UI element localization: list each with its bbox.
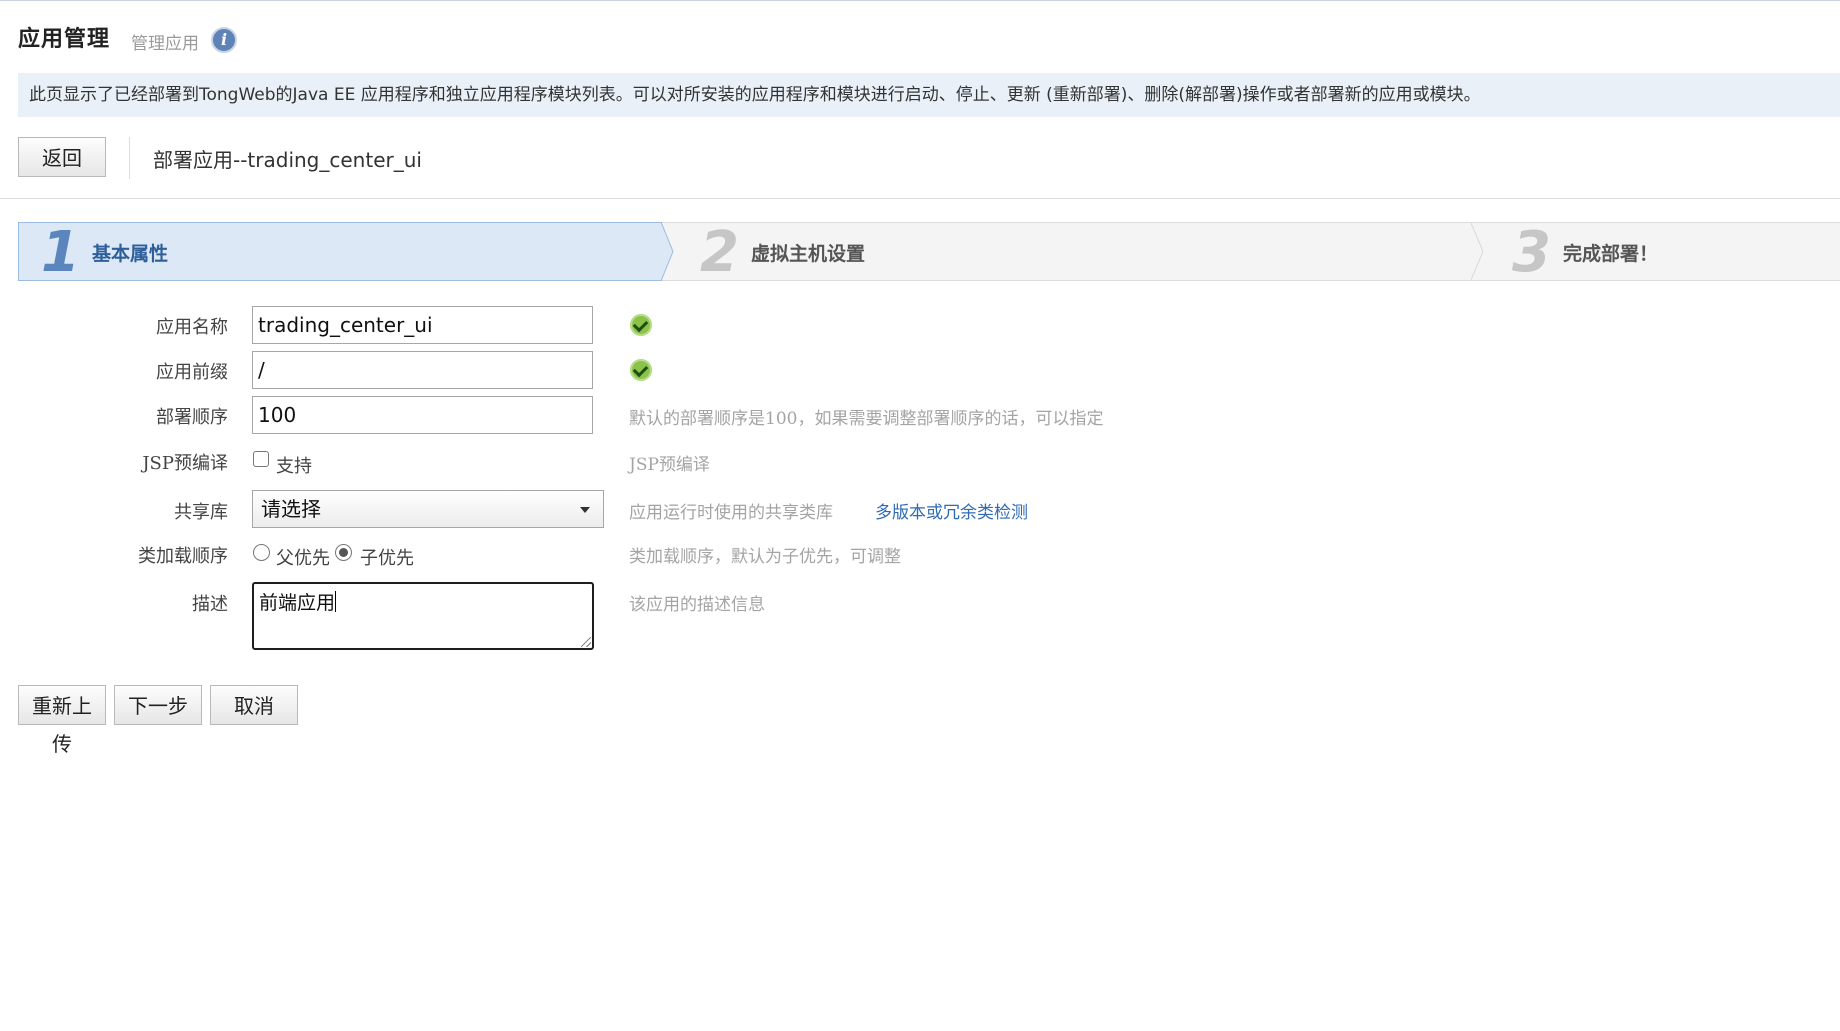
reupload-button[interactable]: 重新上传 bbox=[18, 685, 106, 756]
deploy-order-label: 部署顺序 bbox=[156, 407, 228, 428]
step-virtual-host: 2 虚拟主机设置 bbox=[678, 220, 1488, 285]
class-load-order-label: 类加载顺序 bbox=[138, 546, 228, 567]
step-label: 基本属性 bbox=[92, 243, 169, 265]
step-number: 3 bbox=[1512, 220, 1551, 285]
check-icon bbox=[630, 314, 652, 336]
description-textarea[interactable]: 前端应用 bbox=[252, 582, 594, 650]
deploy-order-input[interactable]: 100 bbox=[252, 396, 593, 434]
radio-parent-first-label[interactable]: 父优先 bbox=[276, 544, 330, 570]
section-divider bbox=[0, 198, 1840, 199]
step-label: 虚拟主机设置 bbox=[751, 243, 866, 265]
breadcrumb: 部署应用--trading_center_ui bbox=[153, 148, 422, 172]
info-icon[interactable]: i bbox=[211, 27, 237, 53]
resize-grip-icon[interactable] bbox=[581, 637, 591, 647]
jsp-precompile-checkbox[interactable] bbox=[253, 451, 269, 467]
app-name-input[interactable]: trading_center_ui bbox=[252, 306, 593, 344]
radio-child-first-label[interactable]: 子优先 bbox=[360, 544, 414, 570]
jsp-precompile-checkbox-label[interactable]: 支持 bbox=[276, 452, 312, 478]
chevron-down-icon bbox=[580, 507, 590, 513]
shared-lib-select[interactable]: 请选择 bbox=[252, 490, 604, 528]
next-step-button[interactable]: 下一步 bbox=[114, 685, 202, 725]
class-load-order-hint: 类加载顺序，默认为子优先，可调整 bbox=[629, 547, 901, 567]
deploy-order-hint: 默认的部署顺序是100，如果需要调整部署顺序的话，可以指定 bbox=[629, 409, 1104, 429]
text-cursor bbox=[335, 591, 337, 612]
shared-lib-selected-value: 请选择 bbox=[261, 497, 321, 521]
wizard-steps: 1 基本属性 2 虚拟主机设置 3 完成部署！ bbox=[18, 222, 1840, 281]
page-subtitle: 管理应用 bbox=[131, 34, 199, 54]
step-basic-properties: 1 基本属性 bbox=[18, 222, 662, 281]
step-arrow-icon bbox=[661, 222, 674, 281]
app-name-label: 应用名称 bbox=[156, 317, 228, 338]
cancel-button[interactable]: 取消 bbox=[210, 685, 298, 725]
step-label: 完成部署！ bbox=[1563, 243, 1659, 265]
description-banner: 此页显示了已经部署到TongWeb的Java EE 应用程序和独立应用程序模块列… bbox=[18, 73, 1840, 117]
step-complete: 3 完成部署！ bbox=[1490, 220, 1840, 285]
shared-lib-hint: 应用运行时使用的共享类库 bbox=[629, 503, 833, 523]
description-value: 前端应用 bbox=[259, 592, 336, 614]
step-arrow-icon bbox=[1471, 223, 1484, 280]
shared-lib-label: 共享库 bbox=[174, 502, 228, 523]
jsp-precompile-label: JSP预编译 bbox=[142, 453, 228, 474]
radio-parent-first[interactable] bbox=[253, 544, 270, 561]
description-hint: 该应用的描述信息 bbox=[629, 595, 765, 615]
step-number: 2 bbox=[700, 220, 739, 285]
back-button[interactable]: 返回 bbox=[18, 137, 106, 177]
jsp-precompile-hint: JSP预编译 bbox=[629, 455, 710, 475]
radio-child-first[interactable] bbox=[335, 544, 352, 561]
page-title: 应用管理 bbox=[18, 26, 111, 52]
class-conflict-detection-link[interactable]: 多版本或冗余类检测 bbox=[875, 498, 1028, 523]
app-management-page: 应用管理 管理应用 i 此页显示了已经部署到TongWeb的Java EE 应用… bbox=[0, 0, 1840, 1031]
description-label: 描述 bbox=[192, 594, 228, 615]
step-number: 1 bbox=[41, 220, 80, 285]
app-prefix-input[interactable]: / bbox=[252, 351, 593, 389]
app-prefix-label: 应用前缀 bbox=[156, 362, 228, 383]
check-icon bbox=[630, 359, 652, 381]
toolbar-divider bbox=[129, 137, 130, 179]
